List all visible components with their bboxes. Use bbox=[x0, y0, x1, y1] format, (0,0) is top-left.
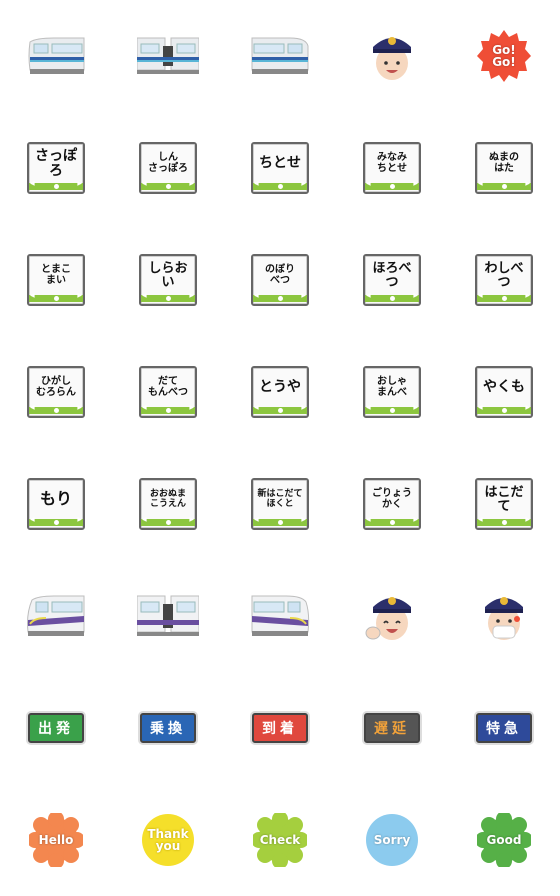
good-badge[interactable]: Good bbox=[448, 784, 560, 896]
go-go-label: Go! Go! bbox=[492, 43, 516, 69]
station-sign[interactable]: とまこ まい bbox=[0, 224, 112, 336]
station-sign[interactable]: しん さっぽろ bbox=[112, 112, 224, 224]
badge-label: 出発 bbox=[28, 713, 84, 743]
train-rear-car-purple-icon[interactable] bbox=[224, 560, 336, 672]
status-badge-express[interactable]: 特急 bbox=[448, 672, 560, 784]
hello-label: Hello bbox=[38, 833, 74, 847]
station-sign[interactable]: のぼり べつ bbox=[224, 224, 336, 336]
badge-label: 乗換 bbox=[140, 713, 196, 743]
sorry-badge[interactable]: Sorry bbox=[336, 784, 448, 896]
station-name: やくも bbox=[483, 379, 525, 396]
badge-label: 遅延 bbox=[364, 713, 420, 743]
train-front-car-icon[interactable] bbox=[0, 0, 112, 112]
station-sign[interactable]: ちとせ bbox=[224, 112, 336, 224]
station-name: ちとせ bbox=[259, 155, 301, 172]
station-name: おおぬま こうえん bbox=[149, 489, 186, 509]
station-name: しらおい bbox=[148, 260, 188, 290]
station-sign[interactable]: みなみ ちとせ bbox=[336, 112, 448, 224]
thank-you-badge[interactable]: Thank you bbox=[112, 784, 224, 896]
status-badge-transfer[interactable]: 乗換 bbox=[112, 672, 224, 784]
good-label: Good bbox=[486, 833, 522, 847]
station-sign[interactable]: ぬまの はた bbox=[448, 112, 560, 224]
station-sign[interactable]: ひがし むろらん bbox=[0, 336, 112, 448]
station-sign[interactable]: 新はこだて ほくと bbox=[224, 448, 336, 560]
station-name: とまこ まい bbox=[41, 264, 71, 286]
conductor-smiling-icon[interactable] bbox=[336, 0, 448, 112]
conductor-masked-icon[interactable] bbox=[448, 560, 560, 672]
station-name: しん さっぽろ bbox=[148, 152, 188, 174]
train-coupling-purple-icon[interactable] bbox=[112, 560, 224, 672]
train-coupling-icon[interactable] bbox=[112, 0, 224, 112]
badge-label: 到着 bbox=[252, 713, 308, 743]
station-sign[interactable]: やくも bbox=[448, 336, 560, 448]
station-name: とうや bbox=[259, 379, 301, 396]
go-go-badge[interactable]: Go! Go! bbox=[448, 0, 560, 112]
station-sign[interactable]: わしべつ bbox=[448, 224, 560, 336]
station-sign[interactable]: ごりょう かく bbox=[336, 448, 448, 560]
badge-label: 特急 bbox=[476, 713, 532, 743]
station-sign[interactable]: しらおい bbox=[112, 224, 224, 336]
station-name: さっぽろ bbox=[35, 147, 77, 179]
emoji-sticker-grid: Go! Go! さっぽろ しん さっぽろ ちとせ みなみ ちとせ ぬまの はた … bbox=[0, 0, 560, 896]
station-sign[interactable]: おしゃ まんべ bbox=[336, 336, 448, 448]
status-badge-delay[interactable]: 遅延 bbox=[336, 672, 448, 784]
hello-badge[interactable]: Hello bbox=[0, 784, 112, 896]
station-name: だて もんべつ bbox=[148, 376, 188, 398]
station-name: のぼり べつ bbox=[265, 264, 295, 286]
status-badge-arrival[interactable]: 到着 bbox=[224, 672, 336, 784]
station-name: みなみ ちとせ bbox=[377, 152, 407, 174]
station-sign[interactable]: さっぽろ bbox=[0, 112, 112, 224]
station-sign[interactable]: おおぬま こうえん bbox=[112, 448, 224, 560]
station-sign[interactable]: とうや bbox=[224, 336, 336, 448]
check-label: Check bbox=[259, 833, 301, 847]
station-name: ごりょう かく bbox=[372, 488, 412, 510]
station-sign[interactable]: もり bbox=[0, 448, 112, 560]
station-sign[interactable]: だて もんべつ bbox=[112, 336, 224, 448]
station-name: おしゃ まんべ bbox=[377, 376, 407, 398]
train-rear-car-icon[interactable] bbox=[224, 0, 336, 112]
sorry-label: Sorry bbox=[373, 833, 411, 847]
conductor-saluting-icon[interactable] bbox=[336, 560, 448, 672]
station-name: ぬまの はた bbox=[489, 152, 519, 174]
station-name: ほろべつ bbox=[372, 260, 412, 290]
station-name: はこだて bbox=[484, 484, 524, 514]
train-front-car-purple-icon[interactable] bbox=[0, 560, 112, 672]
station-sign[interactable]: ほろべつ bbox=[336, 224, 448, 336]
station-name: 新はこだて ほくと bbox=[257, 489, 303, 509]
thank-you-label: Thank you bbox=[147, 827, 189, 853]
station-name: わしべつ bbox=[484, 260, 524, 290]
check-badge[interactable]: Check bbox=[224, 784, 336, 896]
station-name: ひがし むろらん bbox=[36, 376, 76, 398]
station-name: もり bbox=[39, 489, 72, 509]
station-sign[interactable]: はこだて bbox=[448, 448, 560, 560]
status-badge-departure[interactable]: 出発 bbox=[0, 672, 112, 784]
